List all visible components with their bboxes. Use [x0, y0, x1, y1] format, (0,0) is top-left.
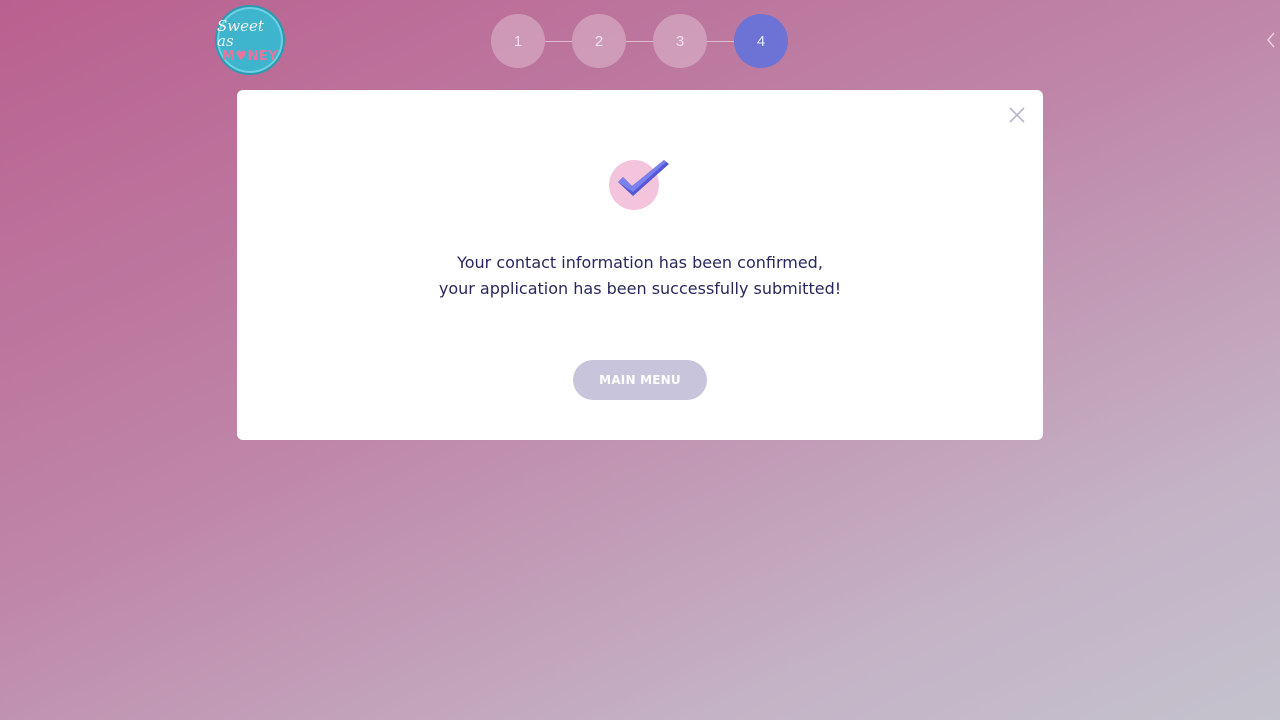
step-1: 1 — [491, 14, 545, 68]
logo-text-bottom: M♥NEY — [221, 49, 279, 64]
check-icon — [608, 158, 672, 212]
close-icon[interactable] — [1008, 106, 1026, 124]
brand-logo[interactable]: Sweet as M♥NEY — [215, 5, 285, 75]
step-2: 2 — [572, 14, 626, 68]
message-line-1: Your contact information has been confir… — [457, 253, 823, 272]
step-connector — [626, 41, 653, 42]
logo-text-top: Sweet as — [217, 17, 264, 50]
main-menu-button[interactable]: MAIN MENU — [573, 360, 707, 400]
confirmation-modal: Your contact information has been confir… — [237, 90, 1043, 440]
message-line-2: your application has been successfully s… — [438, 279, 842, 298]
step-3: 3 — [653, 14, 707, 68]
step-4: 4 — [734, 14, 788, 68]
step-connector — [545, 41, 572, 42]
progress-stepper: 1 2 3 4 — [491, 14, 788, 68]
chevron-left-icon[interactable] — [1261, 30, 1280, 50]
step-connector — [707, 41, 734, 42]
confirmation-message: Your contact information has been confir… — [237, 250, 1043, 302]
